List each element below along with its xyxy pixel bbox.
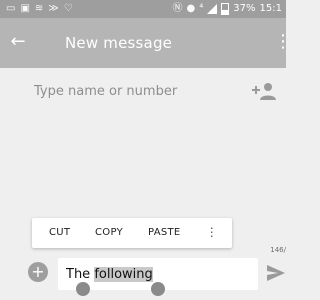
- battery-percentage: 37%: [233, 3, 256, 14]
- cut-button[interactable]: CUT: [49, 227, 70, 239]
- status-clock: 15:1: [259, 3, 282, 14]
- text-selection-menu: CUT COPY PASTE ⋮: [32, 218, 232, 248]
- add-circle-icon[interactable]: +: [28, 262, 48, 282]
- paste-button[interactable]: PASTE: [148, 227, 181, 239]
- recipient-input[interactable]: [34, 81, 244, 101]
- image-icon: ▣: [20, 3, 30, 14]
- status-left-icons: ▭ ▣ ≋ ≫ ♡: [6, 3, 73, 15]
- status-bar: ▭ ▣ ≋ ≫ ♡ Ⓝ ● ⁴ 37% 15:1: [0, 0, 286, 18]
- app-bar: ← New message ⋮: [0, 18, 292, 68]
- status-right-icons: Ⓝ ● ⁴ 37% 15:1: [173, 3, 282, 15]
- network-icon: ⁴: [199, 3, 204, 14]
- page-title: New message: [65, 34, 173, 52]
- message-text-prefix: The: [66, 267, 95, 282]
- signal-icon: [207, 4, 218, 14]
- recipient-field: [0, 68, 286, 114]
- vibrate-icon: ≋: [34, 3, 44, 14]
- selection-handle-end[interactable]: [151, 282, 165, 296]
- heart-icon: ♡: [63, 3, 73, 14]
- compose-row: + The following: [0, 252, 286, 300]
- person-add-icon[interactable]: [252, 81, 276, 101]
- back-arrow-icon[interactable]: ←: [6, 30, 30, 54]
- send-icon[interactable]: [266, 263, 286, 283]
- message-text: The following: [66, 267, 153, 282]
- copy-button[interactable]: COPY: [95, 227, 123, 239]
- message-icon: ▭: [6, 3, 16, 14]
- nfc-icon: Ⓝ: [172, 3, 183, 14]
- battery-icon: [221, 3, 230, 15]
- data-icon: ≫: [48, 3, 59, 14]
- more-vert-icon[interactable]: ⋮: [206, 224, 218, 240]
- selected-text: following: [94, 267, 153, 282]
- selection-handle-start[interactable]: [76, 282, 90, 296]
- overflow-menu-icon[interactable]: ⋮: [274, 30, 292, 54]
- alarm-icon: ●: [186, 3, 196, 14]
